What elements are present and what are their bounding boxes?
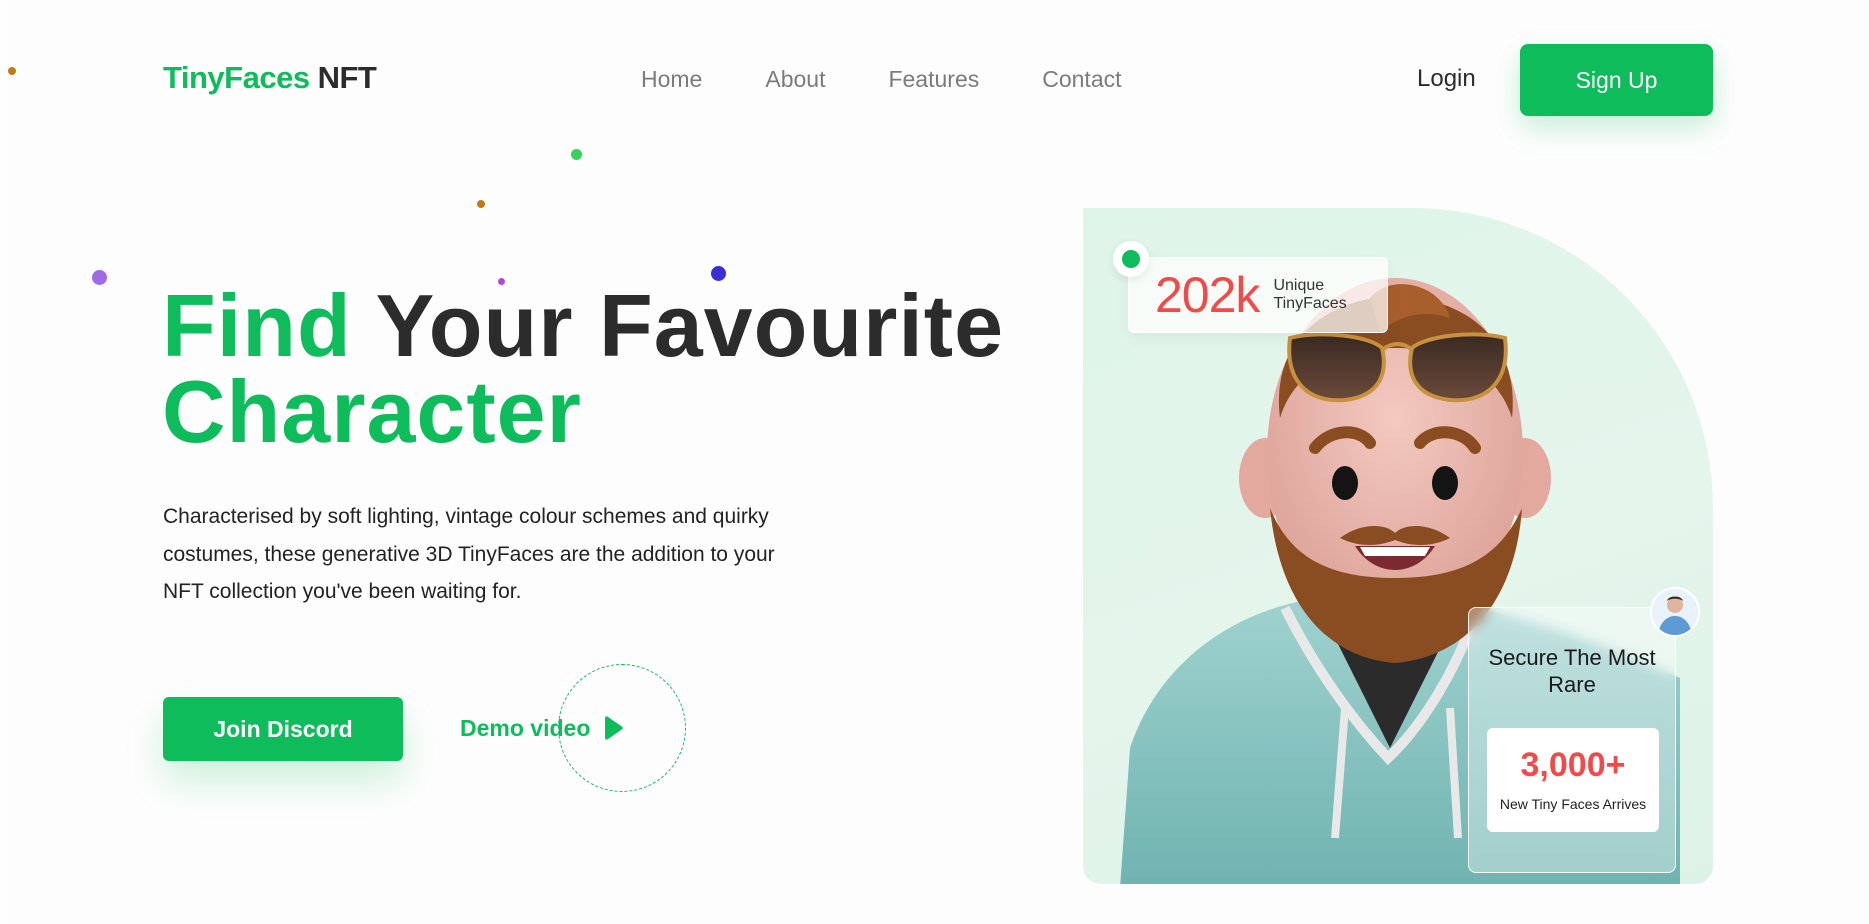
avatar-icon	[1650, 587, 1700, 637]
unique-stat-card: 202k Unique TinyFaces	[1128, 257, 1388, 333]
logo-secondary: NFT	[317, 60, 377, 95]
stat-label: Unique TinyFaces	[1273, 277, 1347, 312]
demo-video-label: Demo video	[460, 715, 591, 741]
landing-page: TinyFaces NFT Home About Features Contact…	[0, 0, 1869, 924]
rare-card-title: Secure The Most Rare	[1488, 645, 1656, 697]
logo-primary: TinyFaces	[163, 60, 310, 95]
nav-features[interactable]: Features	[888, 66, 979, 92]
nav-about[interactable]: About	[765, 66, 825, 92]
login-link[interactable]: Login	[1417, 66, 1476, 92]
nav-contact[interactable]: Contact	[1042, 66, 1121, 92]
decor-dot	[8, 67, 16, 75]
main-nav: Home About Features Contact	[641, 66, 1185, 92]
nav-home[interactable]: Home	[641, 66, 702, 92]
headline-word-character: Character	[162, 362, 582, 461]
status-dot-icon	[1113, 241, 1149, 277]
headline-word-find: Find	[162, 276, 352, 375]
join-discord-button[interactable]: Join Discord	[163, 697, 403, 761]
rare-count: 3,000+	[1520, 746, 1626, 784]
hero-headline: Find Your Favourite Character	[162, 282, 1062, 456]
logo[interactable]: TinyFaces NFT	[163, 60, 377, 96]
decor-dot	[477, 200, 485, 208]
play-icon	[602, 716, 624, 740]
rare-card: Secure The Most Rare 3,000+ New Tiny Fac…	[1468, 607, 1676, 873]
rare-subtitle: New Tiny Faces Arrives	[1499, 796, 1647, 812]
rare-count-box: 3,000+ New Tiny Faces Arrives	[1487, 728, 1659, 832]
headline-your-favourite: Your Favourite	[375, 276, 1005, 375]
hero-description: Characterised by soft lighting, vintage …	[163, 505, 775, 603]
demo-video-link[interactable]: Demo video	[460, 714, 624, 742]
decor-dot	[92, 270, 107, 285]
decor-dot	[571, 149, 582, 160]
signup-button[interactable]: Sign Up	[1520, 44, 1713, 116]
stat-value: 202k	[1155, 267, 1260, 323]
